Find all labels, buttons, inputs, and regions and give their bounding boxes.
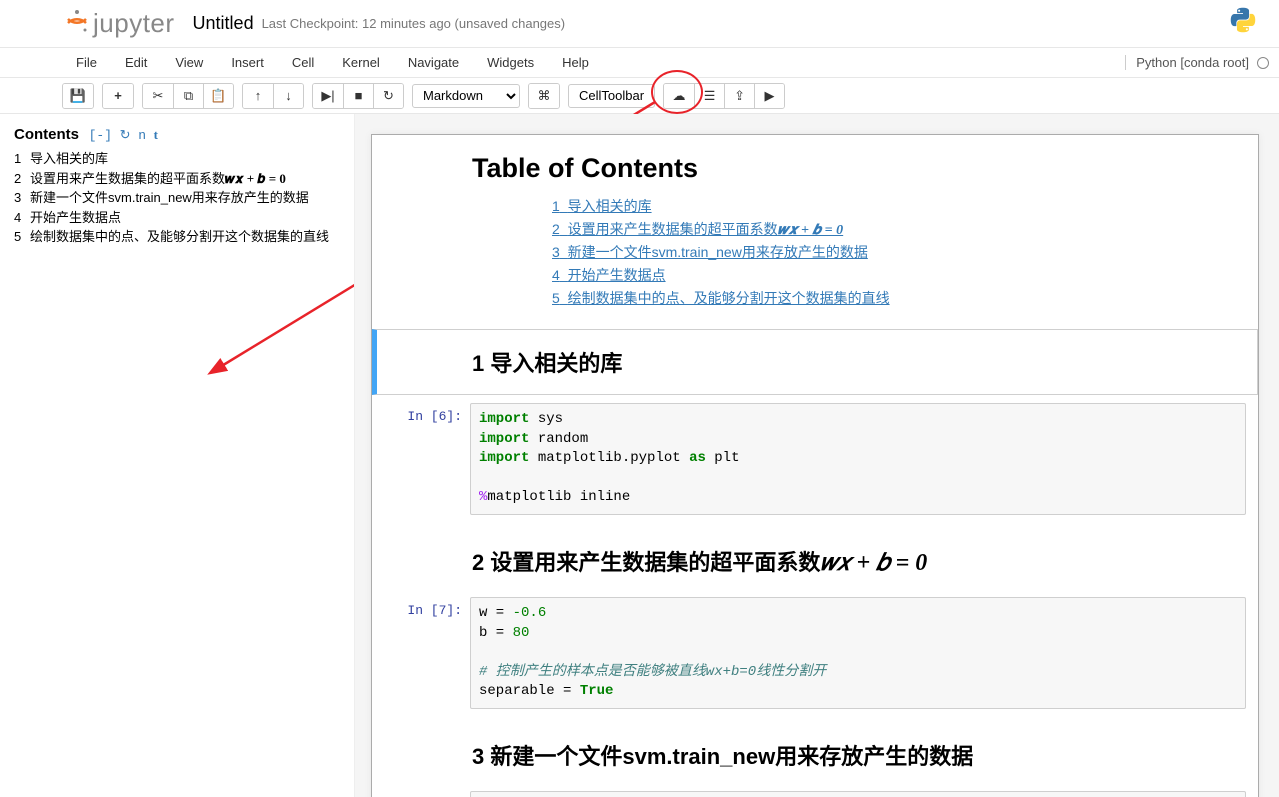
move-up-button[interactable]: ↑ — [243, 84, 273, 108]
toc-link[interactable]: 5 绘制数据集中的点、及能够分割开这个数据集的直线 — [552, 290, 890, 306]
kernel-name: Python [conda root] — [1136, 55, 1249, 70]
kernel-status-icon — [1257, 57, 1269, 69]
notebook-container: Table of Contents 1 导入相关的库 2 设置用来产生数据集的超… — [371, 134, 1259, 797]
menu-edit[interactable]: Edit — [111, 49, 161, 76]
section-2-heading[interactable]: 2 设置用来产生数据集的超平面系数𝑤𝑥 + 𝑏 = 0 — [372, 529, 1258, 593]
toc-link[interactable]: 1 导入相关的库 — [552, 198, 652, 214]
sidebar-header: Contents [-] ↻ n t — [14, 126, 340, 143]
paste-button[interactable]: 📋 — [203, 84, 233, 108]
menu-widgets[interactable]: Widgets — [473, 49, 548, 76]
checkpoint-text: Last Checkpoint: 12 minutes ago (unsaved… — [262, 16, 566, 31]
cut-button[interactable]: ✂ — [143, 84, 173, 108]
notebook-area[interactable]: Table of Contents 1 导入相关的库 2 设置用来产生数据集的超… — [355, 114, 1279, 797]
notebook-title[interactable]: Untitled — [193, 13, 254, 34]
toc-sidebar-item[interactable]: 2设置用来产生数据集的超平面系数𝒘𝒙 + 𝒃 = 0 — [14, 169, 340, 189]
toc-main-title: Table of Contents — [472, 153, 1218, 184]
upload-button[interactable]: ☁ — [664, 84, 694, 108]
menu-file[interactable]: File — [62, 49, 111, 76]
toc-link-item: 4 开始产生数据点 — [552, 265, 1218, 285]
toc-toggle-button[interactable]: ☰ — [694, 84, 724, 108]
insert-cell-button[interactable]: + — [103, 84, 133, 108]
video-button[interactable]: ▶ — [754, 84, 784, 108]
celltoolbar-button[interactable]: CellToolbar — [568, 84, 655, 108]
toc-sidebar-list: 1导入相关的库 2设置用来产生数据集的超平面系数𝒘𝒙 + 𝒃 = 0 3新建一个… — [14, 149, 340, 247]
section-1-title: 1 导入相关的库 — [472, 346, 1217, 378]
prompt-2: In [7]: — [384, 597, 470, 709]
copy-button[interactable]: ⧉ — [173, 84, 203, 108]
sidebar-title: Contents — [14, 126, 79, 143]
code-cell-2[interactable]: In [7]: w = -0.6 b = 80 # 控制产生的样本点是否能够被直… — [372, 593, 1258, 713]
toc-collapse-button[interactable]: [-] — [89, 128, 112, 143]
share-button[interactable]: ⇪ — [724, 84, 754, 108]
kernel-indicator[interactable]: Python [conda root] — [1125, 55, 1269, 70]
section-3-heading[interactable]: 3 新建一个文件svm.train_new用来存放产生的数据 — [372, 723, 1258, 787]
toc-link[interactable]: 4 开始产生数据点 — [552, 267, 666, 283]
toc-link[interactable]: 2 设置用来产生数据集的超平面系数𝒘𝒙 + 𝒃 = 0 — [552, 221, 843, 237]
toc-sidebar-item[interactable]: 5绘制数据集中的点、及能够分割开这个数据集的直线 — [14, 227, 340, 247]
toc-link-item: 5 绘制数据集中的点、及能够分割开这个数据集的直线 — [552, 288, 1218, 308]
toc-link[interactable]: 3 新建一个文件svm.train_new用来存放产生的数据 — [552, 244, 868, 260]
interrupt-button[interactable]: ■ — [343, 84, 373, 108]
toc-link-item: 2 设置用来产生数据集的超平面系数𝒘𝒙 + 𝒃 = 0 — [552, 219, 1218, 239]
toc-number-button[interactable]: n — [138, 128, 146, 143]
toc-sidebar-item[interactable]: 3新建一个文件svm.train_new用来存放产生的数据 — [14, 188, 340, 208]
move-down-button[interactable]: ↓ — [273, 84, 303, 108]
menu-view[interactable]: View — [161, 49, 217, 76]
jupyter-icon — [65, 9, 89, 39]
toolbar: 💾 + ✂ ⧉ 📋 ↑ ↓ ▶| ■ ↻ Markdown ⌘ CellTool… — [0, 78, 1279, 114]
logo-text: jupyter — [93, 8, 175, 39]
prompt-1: In [6]: — [384, 403, 470, 515]
code-input-2[interactable]: w = -0.6 b = 80 # 控制产生的样本点是否能够被直线wx+b=0线… — [470, 597, 1246, 709]
section-3-title: 3 新建一个文件svm.train_new用来存放产生的数据 — [472, 739, 1218, 771]
toc-reload-button[interactable]: ↻ — [120, 128, 131, 143]
menu-kernel[interactable]: Kernel — [328, 49, 394, 76]
restart-button[interactable]: ↻ — [373, 84, 403, 108]
code-cell-3[interactable]: In [8]: data_fn = "svm.train_new" — [372, 787, 1258, 797]
code-input-3[interactable]: data_fn = "svm.train_new" — [470, 791, 1246, 797]
menu-navigate[interactable]: Navigate — [394, 49, 473, 76]
jupyter-logo[interactable]: jupyter — [65, 8, 175, 39]
code-input-1[interactable]: import sys import random import matplotl… — [470, 403, 1246, 515]
menu-cell[interactable]: Cell — [278, 49, 328, 76]
menu-insert[interactable]: Insert — [217, 49, 278, 76]
header-bar: jupyter Untitled Last Checkpoint: 12 min… — [0, 0, 1279, 48]
menu-help[interactable]: Help — [548, 49, 603, 76]
python-logo-icon — [1229, 6, 1257, 41]
section-2-title: 2 设置用来产生数据集的超平面系数𝑤𝑥 + 𝑏 = 0 — [472, 545, 1218, 577]
toc-t-button[interactable]: t — [154, 127, 158, 142]
toc-sidebar-item[interactable]: 4开始产生数据点 — [14, 208, 340, 228]
celltype-select[interactable]: Markdown — [412, 84, 520, 108]
menu-bar: File Edit View Insert Cell Kernel Naviga… — [0, 48, 1279, 78]
toc-link-item: 3 新建一个文件svm.train_new用来存放产生的数据 — [552, 242, 1218, 262]
toc-sidebar-item[interactable]: 1导入相关的库 — [14, 149, 340, 169]
toc-sidebar: Contents [-] ↻ n t 1导入相关的库 2设置用来产生数据集的超平… — [0, 114, 355, 797]
toc-link-item: 1 导入相关的库 — [552, 196, 1218, 216]
toc-main-list: 1 导入相关的库 2 设置用来产生数据集的超平面系数𝒘𝒙 + 𝒃 = 0 3 新… — [472, 196, 1218, 308]
toc-cell: Table of Contents 1 导入相关的库 2 设置用来产生数据集的超… — [372, 135, 1258, 329]
code-cell-1[interactable]: In [6]: import sys import random import … — [372, 399, 1258, 519]
main-area: Contents [-] ↻ n t 1导入相关的库 2设置用来产生数据集的超平… — [0, 114, 1279, 797]
command-palette-button[interactable]: ⌘ — [529, 84, 559, 108]
section-1-heading[interactable]: 1 导入相关的库 — [372, 329, 1258, 395]
run-button[interactable]: ▶| — [313, 84, 343, 108]
prompt-3: In [8]: — [384, 791, 470, 797]
save-button[interactable]: 💾 — [63, 84, 93, 108]
